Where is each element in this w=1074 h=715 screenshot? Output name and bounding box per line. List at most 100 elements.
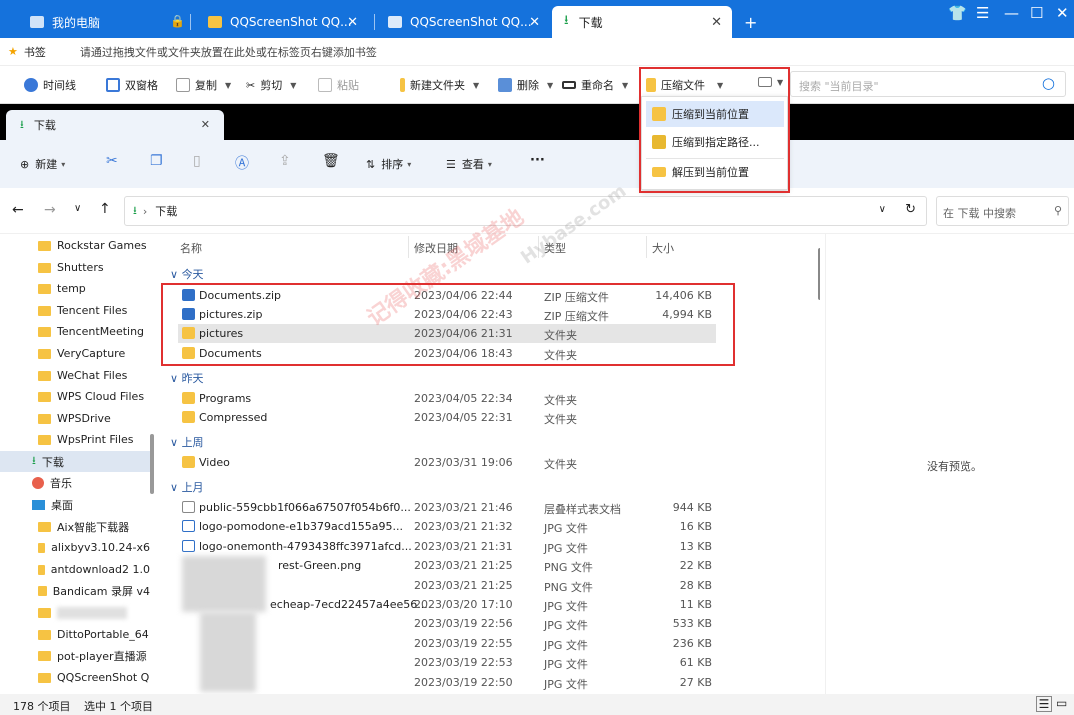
tab-qqscreenshot-1[interactable]: QQScreenShot QQ... ✕ [196, 6, 368, 38]
chevron-down-icon[interactable]: ▼ [290, 81, 296, 90]
sidebar-item[interactable]: Tencent Files [0, 300, 150, 321]
sort-button[interactable]: ⇅ 排序 ▾ [366, 156, 411, 172]
new-tab-button[interactable]: + [732, 6, 762, 38]
sidebar-item[interactable]: WPS Cloud Files [0, 386, 150, 407]
sidebar-item[interactable]: TencentMeeting [0, 321, 150, 342]
close-window-icon[interactable]: ✕ [1056, 4, 1069, 22]
maximize-icon[interactable]: ☐ [1030, 4, 1043, 22]
chevron-down-icon[interactable]: ∨ [879, 204, 886, 215]
group-header-yesterday[interactable]: ∨ 昨天 [170, 370, 204, 386]
forward-icon[interactable]: → [44, 202, 56, 218]
app-icon [388, 16, 402, 28]
rename-icon [562, 81, 576, 89]
sidebar-item-music[interactable]: 音乐 [0, 472, 150, 493]
tab-downloads[interactable]: ⭳ 下载 ✕ [552, 6, 732, 38]
close-tab-icon[interactable]: ✕ [529, 15, 540, 30]
tiles-view-icon[interactable]: ▭ [1056, 696, 1067, 710]
paste-button[interactable]: 粘贴 [318, 77, 359, 93]
more-button[interactable]: ··· [530, 153, 545, 168]
column-header-size[interactable]: 大小 [652, 240, 674, 256]
timeline-button[interactable]: 时间线 [24, 77, 76, 93]
table-row[interactable]: 2023/03/19 22:53 JPG 文件 61 KB [178, 653, 716, 672]
refresh-icon[interactable]: ↻ [905, 202, 916, 217]
sidebar-item[interactable]: alixbyv3.10.24-x6 [0, 537, 150, 558]
chevron-down-icon[interactable]: ▼ [473, 81, 479, 90]
sidebar-item[interactable]: temp [0, 278, 150, 299]
details-view-icon[interactable]: ☰ [1036, 696, 1052, 712]
paste-icon[interactable]: ▯ [193, 153, 201, 169]
table-row[interactable]: 2023/03/19 22:56 JPG 文件 533 KB [178, 614, 716, 633]
group-header-last-week[interactable]: ∨ 上周 [170, 434, 204, 450]
sidebar-item[interactable]: DittoPortable_64 [0, 624, 150, 645]
dual-pane-button[interactable]: 双窗格 [106, 77, 158, 93]
tab-my-computer[interactable]: 我的电脑 🔒 [18, 6, 185, 38]
toolbar-search-input[interactable]: 搜索 "当前目录" ○ [790, 71, 1066, 97]
command-bar: ⊕ 新建 ▾ ✂ ❐ ▯ Ⓐ ⇪ 🗑 ⇅ 排序 ▾ ☰ 查看 ▾ ··· [0, 140, 1074, 188]
view-button[interactable]: ☰ 查看 ▾ [446, 156, 492, 172]
sidebar-item[interactable]: VeryCapture [0, 343, 150, 364]
chevron-down-icon[interactable]: ▼ [225, 81, 231, 90]
group-header-last-month[interactable]: ∨ 上月 [170, 479, 204, 495]
new-button[interactable]: ⊕ 新建 ▾ [20, 156, 65, 172]
group-header-today[interactable]: ∨ 今天 [170, 266, 204, 282]
minimize-icon[interactable]: — [1004, 4, 1019, 22]
share-icon[interactable]: ⇪ [279, 153, 291, 169]
copy-icon[interactable]: ❐ [150, 153, 163, 169]
inner-tab-downloads[interactable]: ⭳ 下载 ✕ [6, 110, 224, 140]
cut-button[interactable]: ✂ 剪切 ▼ [246, 77, 296, 93]
table-row[interactable]: 2023/03/19 22:50 JPG 文件 27 KB [178, 673, 716, 692]
chevron-down-icon[interactable]: ▼ [622, 81, 628, 90]
table-row[interactable]: public-559cbb1f066a67507f054b6f0... 2023/… [178, 498, 716, 517]
tab-qqscreenshot-2[interactable]: QQScreenShot QQ... ✕ [376, 6, 550, 38]
table-row[interactable]: Compressed 2023/04/05 22:31 文件夹 [178, 408, 716, 427]
sidebar-item[interactable]: Shutters [0, 257, 150, 278]
sidebar-item[interactable]: WPSDrive [0, 408, 150, 429]
table-row[interactable]: logo-onemonth-4793438ffc3971afcd... 2023/… [178, 537, 716, 556]
blurred-label [57, 606, 127, 619]
delete-icon[interactable]: 🗑 [322, 153, 340, 169]
table-row[interactable]: logo-pomodone-e1b379acd155a95... 2023/03/… [178, 517, 716, 536]
column-header-name[interactable]: 名称 [180, 240, 202, 256]
folder-icon [208, 16, 222, 28]
close-tab-icon[interactable]: ✕ [711, 15, 722, 30]
no-preview-text: 没有预览。 [927, 460, 982, 473]
cut-icon[interactable]: ✂ [106, 153, 118, 169]
highlight-box [639, 67, 790, 193]
sidebar-item[interactable]: antdownload2 1.0 [0, 559, 150, 580]
recent-dropdown-icon[interactable]: ∨ [74, 203, 81, 214]
search-icon[interactable]: ○ [1042, 74, 1055, 92]
new-folder-button[interactable]: 新建文件夹 ▼ [400, 77, 479, 93]
bookmark-label[interactable]: 书签 [24, 44, 46, 60]
sidebar-item[interactable]: Rockstar Games [0, 235, 150, 256]
sidebar-item[interactable]: Aix智能下载器 [0, 516, 150, 537]
navigation-pane: Rockstar Games Shutters temp Tencent Fil… [0, 234, 160, 694]
chevron-right-icon: › [142, 204, 148, 218]
sidebar-item[interactable] [0, 602, 150, 623]
file-list-scrollbar[interactable] [818, 248, 820, 300]
close-tab-icon[interactable]: ✕ [347, 15, 358, 30]
table-row[interactable]: Video 2023/03/31 19:06 文件夹 [178, 453, 716, 472]
rename-button[interactable]: 重命名 ▼ [562, 77, 628, 93]
table-row[interactable]: 2023/03/19 22:55 JPG 文件 236 KB [178, 634, 716, 653]
breadcrumb[interactable]: 下载 [155, 203, 177, 219]
bookmark-bar: ★ 书签 请通过拖拽文件或文件夹放置在此处或在标签页右键添加书签 [0, 38, 1074, 66]
rename-icon[interactable]: Ⓐ [235, 153, 249, 173]
menu-icon[interactable]: ☰ [976, 4, 989, 22]
sidebar-scrollbar[interactable] [150, 434, 154, 494]
table-row[interactable]: Programs 2023/04/05 22:34 文件夹 [178, 389, 716, 408]
sidebar-item[interactable]: WeChat Files [0, 365, 150, 386]
up-icon[interactable]: ↑ [99, 201, 111, 217]
chevron-down-icon[interactable]: ▼ [547, 81, 553, 90]
delete-button[interactable]: 删除 ▼ [498, 77, 553, 93]
sidebar-item[interactable]: pot-player直播源 [0, 645, 150, 666]
folder-search-input[interactable]: 在 下载 中搜索 ⚲ [936, 196, 1069, 226]
back-icon[interactable]: ← [12, 202, 24, 218]
sidebar-item[interactable]: WpsPrint Files [0, 429, 150, 450]
copy-button[interactable]: 复制 ▼ [176, 77, 231, 93]
close-tab-icon[interactable]: ✕ [201, 118, 210, 131]
sidebar-item[interactable]: QQScreenShot Q [0, 667, 150, 688]
sidebar-item-desktop[interactable]: 桌面 [0, 494, 150, 515]
skin-icon[interactable]: 👕 [948, 4, 967, 22]
sidebar-item[interactable]: Bandicam 录屏 v4 [0, 580, 150, 601]
sidebar-item-downloads[interactable]: ⭳ 下载 [0, 451, 150, 472]
